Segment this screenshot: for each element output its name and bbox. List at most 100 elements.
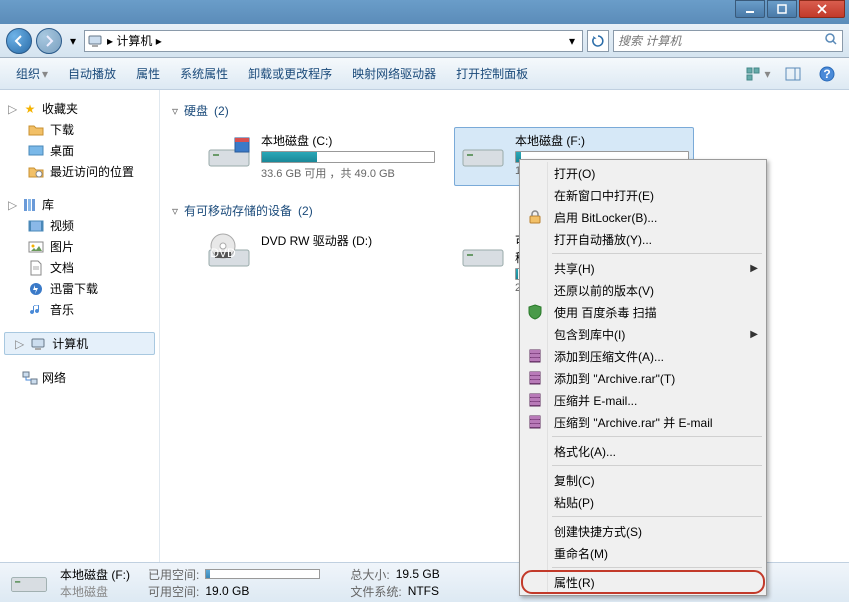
autoplay-button[interactable]: 自动播放: [60, 61, 124, 86]
sidebar-item-thunder[interactable]: 迅雷下载: [0, 278, 159, 299]
sidebar-item-pictures[interactable]: 图片: [0, 236, 159, 257]
menu-item[interactable]: 还原以前的版本(V): [522, 279, 764, 301]
menu-item[interactable]: 属性(R): [522, 571, 764, 593]
submenu-arrow-icon: ▶: [750, 263, 758, 274]
menu-item-label: 打开自动播放(Y)...: [554, 231, 652, 248]
disk-icon: [459, 132, 507, 172]
menu-item[interactable]: 复制(C): [522, 469, 764, 491]
rar-icon: [526, 369, 544, 387]
sidebar-item-desktop[interactable]: 桌面: [0, 140, 159, 161]
menu-item[interactable]: 压缩并 E-mail...: [522, 389, 764, 411]
menu-item-label: 重命名(M): [554, 545, 608, 562]
system-properties-button[interactable]: 系统属性: [172, 61, 236, 86]
menu-item-label: 添加到 "Archive.rar"(T): [554, 370, 675, 387]
rar-icon: [526, 413, 544, 431]
search-input[interactable]: [618, 34, 824, 48]
menu-item[interactable]: 重命名(M): [522, 542, 764, 564]
svg-text:?: ?: [823, 67, 830, 81]
drive-name: DVD RW 驱动器 (D:): [261, 232, 435, 249]
disk-icon: [8, 565, 50, 600]
menu-item-label: 复制(C): [554, 472, 595, 489]
sidebar-item-recent[interactable]: 最近访问的位置: [0, 161, 159, 182]
control-panel-button[interactable]: 打开控制面板: [448, 61, 536, 86]
sidebar-item-music[interactable]: 音乐: [0, 299, 159, 320]
menu-item-label: 使用 百度杀毒 扫描: [554, 304, 657, 321]
menu-item[interactable]: 共享(H)▶: [522, 257, 764, 279]
menu-separator: [552, 465, 762, 466]
sidebar-item-network[interactable]: ▷网络: [0, 367, 159, 388]
section-hard-disks[interactable]: ▿硬盘 (2): [172, 102, 837, 119]
menu-item[interactable]: 启用 BitLocker(B)...: [522, 206, 764, 228]
preview-pane-button[interactable]: [777, 62, 807, 86]
menu-item-label: 在新窗口中打开(E): [554, 187, 654, 204]
address-text: ▸ 计算机 ▸: [107, 32, 564, 49]
drive-c[interactable]: 本地磁盘 (C:) 33.6 GB 可用 ，共 49.0 GB: [200, 127, 440, 186]
network-icon: [22, 370, 38, 386]
window-titlebar: [0, 0, 849, 24]
libraries-group[interactable]: ▷库: [0, 194, 159, 215]
menu-item-label: 还原以前的版本(V): [554, 282, 654, 299]
menu-item-label: 启用 BitLocker(B)...: [554, 209, 657, 226]
search-box[interactable]: [613, 30, 843, 52]
sidebar-item-documents[interactable]: 文档: [0, 257, 159, 278]
desktop-icon: [28, 143, 44, 159]
nav-history-dropdown[interactable]: ▾: [66, 31, 80, 51]
uninstall-button[interactable]: 卸载或更改程序: [240, 61, 340, 86]
address-dropdown[interactable]: ▾: [564, 34, 580, 48]
star-icon: ★: [22, 101, 38, 117]
menu-item[interactable]: 打开(O): [522, 162, 764, 184]
menu-item[interactable]: 使用 百度杀毒 扫描: [522, 301, 764, 323]
organize-menu[interactable]: 组织 ▾: [8, 61, 56, 86]
menu-item-label: 压缩并 E-mail...: [554, 392, 637, 409]
properties-button[interactable]: 属性: [128, 61, 168, 86]
favorites-group[interactable]: ▷★收藏夹: [0, 98, 159, 119]
menu-item[interactable]: 包含到库中(I)▶: [522, 323, 764, 345]
minimize-button[interactable]: [735, 0, 765, 18]
computer-icon: [87, 33, 103, 49]
menu-separator: [552, 567, 762, 568]
svg-text:DVD: DVD: [210, 246, 236, 260]
address-bar[interactable]: ▸ 计算机 ▸ ▾: [84, 30, 583, 52]
disk-icon: [459, 232, 507, 272]
menu-item[interactable]: 创建快捷方式(S): [522, 520, 764, 542]
thunder-icon: [28, 281, 44, 297]
search-icon: [824, 32, 838, 49]
menu-item[interactable]: 在新窗口中打开(E): [522, 184, 764, 206]
map-drive-button[interactable]: 映射网络驱动器: [344, 61, 444, 86]
video-icon: [28, 218, 44, 234]
drive-dvd[interactable]: DVD DVD RW 驱动器 (D:): [200, 227, 440, 299]
menu-item[interactable]: 添加到 "Archive.rar"(T): [522, 367, 764, 389]
menu-item[interactable]: 格式化(A)...: [522, 440, 764, 462]
used-space-bar: [205, 569, 320, 579]
rar-icon: [526, 391, 544, 409]
menu-item[interactable]: 添加到压缩文件(A)...: [522, 345, 764, 367]
menu-item-label: 格式化(A)...: [554, 443, 616, 460]
sidebar-item-downloads[interactable]: 下载: [0, 119, 159, 140]
forward-button[interactable]: [36, 28, 62, 54]
menu-item-label: 粘贴(P): [554, 494, 594, 511]
refresh-button[interactable]: [587, 30, 609, 52]
status-title: 本地磁盘 (F:): [60, 566, 130, 583]
menu-item-label: 属性(R): [554, 574, 595, 591]
menu-item[interactable]: 打开自动播放(Y)...: [522, 228, 764, 250]
menu-item-label: 包含到库中(I): [554, 326, 625, 343]
menu-separator: [552, 436, 762, 437]
music-icon: [28, 302, 44, 318]
pictures-icon: [28, 239, 44, 255]
sidebar-item-videos[interactable]: 视频: [0, 215, 159, 236]
folder-icon: [28, 122, 44, 138]
shield-icon: [526, 303, 544, 321]
sidebar-item-computer[interactable]: ▷计算机: [4, 332, 155, 355]
back-button[interactable]: [6, 28, 32, 54]
bitlocker-icon: [526, 208, 544, 226]
menu-item[interactable]: 压缩到 "Archive.rar" 并 E-mail: [522, 411, 764, 433]
help-button[interactable]: ?: [811, 62, 841, 86]
view-mode-button[interactable]: ▾: [743, 62, 773, 86]
navigation-pane: ▷★收藏夹 下载 桌面 最近访问的位置 ▷库 视频 图片 文档 迅雷下载 音乐 …: [0, 90, 160, 562]
maximize-button[interactable]: [767, 0, 797, 18]
drive-name: 本地磁盘 (F:): [515, 132, 689, 149]
drive-name: 本地磁盘 (C:): [261, 132, 435, 149]
menu-item[interactable]: 粘贴(P): [522, 491, 764, 513]
close-button[interactable]: [799, 0, 845, 18]
capacity-text: 33.6 GB 可用 ，共 49.0 GB: [261, 165, 435, 181]
